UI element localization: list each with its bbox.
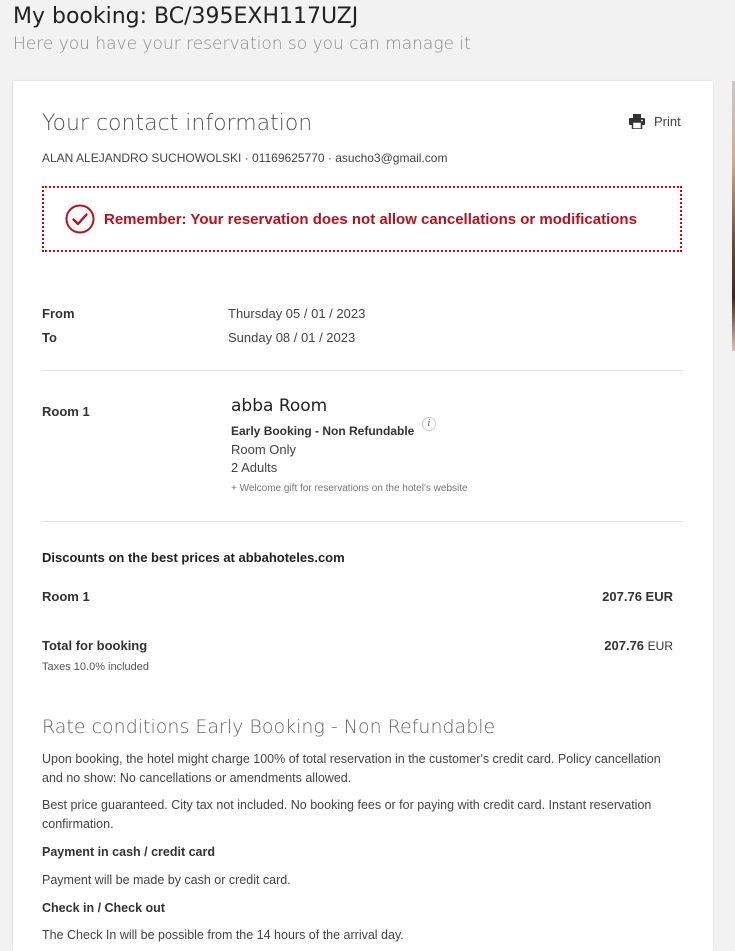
alert-text: Remember: Your reservation does not allo… bbox=[104, 210, 637, 228]
rate-conditions-title: Rate conditions Early Booking - Non Refu… bbox=[42, 716, 496, 738]
price-room-amount: 207.76 EUR bbox=[602, 589, 673, 604]
room-label: Room 1 bbox=[42, 404, 90, 419]
taxes-note: Taxes 10.0% included bbox=[42, 661, 150, 673]
contact-section-title: Your contact information bbox=[42, 111, 313, 136]
info-icon[interactable]: i bbox=[422, 417, 436, 431]
discount-title: Discounts on the best prices at abbahote… bbox=[42, 550, 345, 565]
printer-icon bbox=[629, 114, 645, 129]
check-circle-icon bbox=[65, 204, 95, 234]
no-cancellation-alert: Remember: Your reservation does not allo… bbox=[42, 186, 682, 252]
print-button[interactable]: Print bbox=[629, 114, 681, 129]
conditions-paragraph: Upon booking, the hotel might charge 100… bbox=[42, 752, 661, 785]
page-subtitle: Here you have your reservation so you ca… bbox=[13, 34, 471, 54]
to-label: To bbox=[42, 330, 57, 345]
payment-text: Payment will be made by cash or credit c… bbox=[42, 873, 291, 887]
to-value: Sunday 08 / 01 / 2023 bbox=[228, 330, 356, 345]
total-amount: 207.76 EUR bbox=[553, 638, 673, 653]
print-label: Print bbox=[654, 114, 681, 129]
total-currency: EUR bbox=[647, 639, 673, 653]
booking-card: Your contact information Print ALAN ALEJ… bbox=[13, 81, 713, 951]
welcome-gift: + Welcome gift for reservations on the h… bbox=[231, 483, 468, 494]
total-label: Total for booking bbox=[42, 638, 148, 653]
divider bbox=[42, 370, 683, 371]
board-type: Room Only bbox=[231, 442, 297, 457]
room-name: abba Room bbox=[231, 396, 328, 416]
total-value: 207.76 bbox=[604, 638, 645, 653]
price-room-label: Room 1 bbox=[42, 589, 90, 604]
conditions-paragraph: Best price guaranteed. City tax not incl… bbox=[42, 798, 652, 831]
guests: 2 Adults bbox=[231, 460, 278, 475]
contact-details: ALAN ALEJANDRO SUCHOWOLSKI · 01169625770… bbox=[42, 151, 448, 165]
checkin-heading: Check in / Check out bbox=[42, 901, 165, 915]
from-label: From bbox=[42, 306, 75, 321]
divider bbox=[42, 521, 683, 522]
rate-name: Early Booking - Non Refundable bbox=[231, 424, 415, 438]
from-value: Thursday 05 / 01 / 2023 bbox=[228, 306, 366, 321]
page-title: My booking: BC/395EXH117UZJ bbox=[13, 4, 359, 29]
payment-heading: Payment in cash / credit card bbox=[42, 845, 215, 859]
